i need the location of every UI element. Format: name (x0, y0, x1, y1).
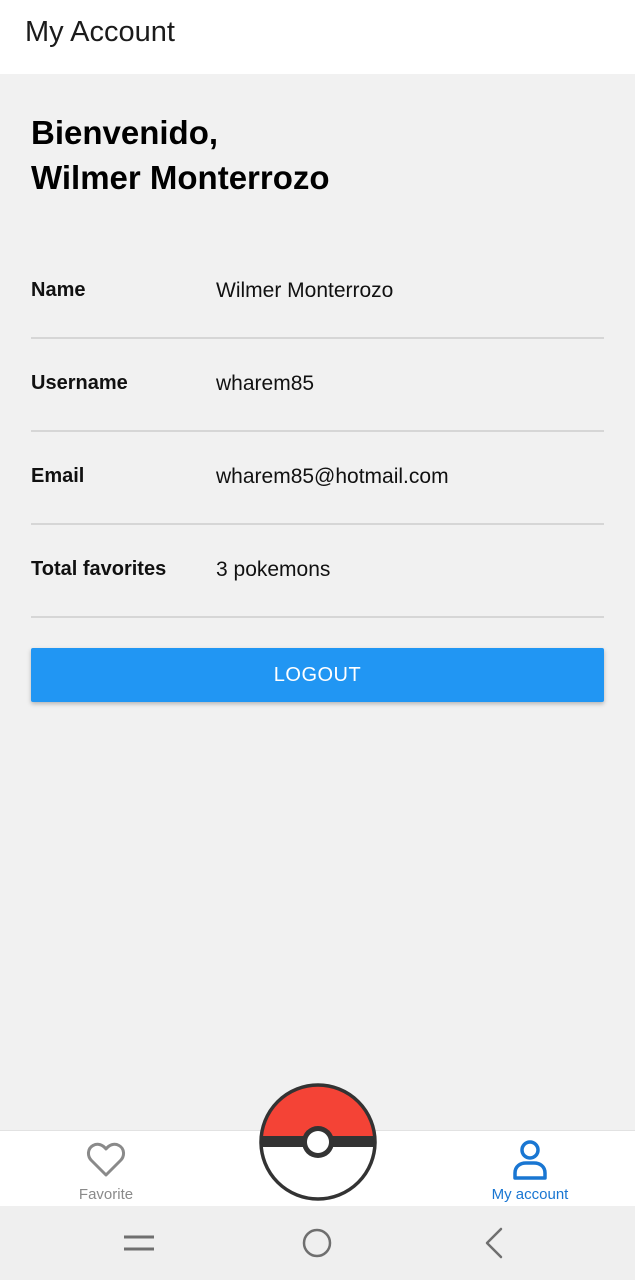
profile-label-total-favorites: Total favorites (31, 558, 167, 580)
nav-item-my-account[interactable]: My account (450, 1131, 610, 1207)
app-bar: My Account (0, 0, 635, 74)
page-title: My Account (25, 16, 175, 48)
profile-row-name: Name Wilmer Monterrozo (31, 244, 604, 339)
system-navigation-bar (0, 1206, 635, 1280)
welcome-greeting: Bienvenido, (31, 114, 219, 151)
back-icon[interactable] (474, 1223, 514, 1263)
profile-row-email: Email wharem85@hotmail.com (31, 430, 604, 525)
nav-item-favorite[interactable]: Favorite (26, 1131, 186, 1207)
welcome-heading: Bienvenido, Wilmer Monterrozo (31, 110, 330, 200)
profile-label-username: Username (31, 372, 128, 394)
profile-value-email: wharem85@hotmail.com (216, 465, 449, 488)
profile-row-username: Username wharem85 (31, 337, 604, 432)
home-icon[interactable] (297, 1223, 337, 1263)
profile-row-total-favorites: Total favorites 3 pokemons (31, 523, 604, 618)
menu-icon[interactable] (119, 1223, 159, 1263)
profile-value-username: wharem85 (216, 372, 315, 395)
nav-label-favorite: Favorite (78, 1186, 134, 1203)
profile-label-name: Name (31, 279, 86, 301)
nav-label-my-account: My account (491, 1186, 569, 1203)
heart-outline-icon (87, 1142, 125, 1177)
profile-label-email: Email (31, 465, 85, 487)
person-outline-icon (513, 1140, 547, 1180)
pokeball-icon[interactable] (258, 1082, 378, 1202)
profile-value-total-favorites: 3 pokemons (216, 558, 331, 581)
welcome-user-name: Wilmer Monterrozo (31, 159, 330, 196)
profile-value-name: Wilmer Monterrozo (216, 279, 394, 302)
logout-button[interactable]: LOGOUT (31, 648, 604, 702)
